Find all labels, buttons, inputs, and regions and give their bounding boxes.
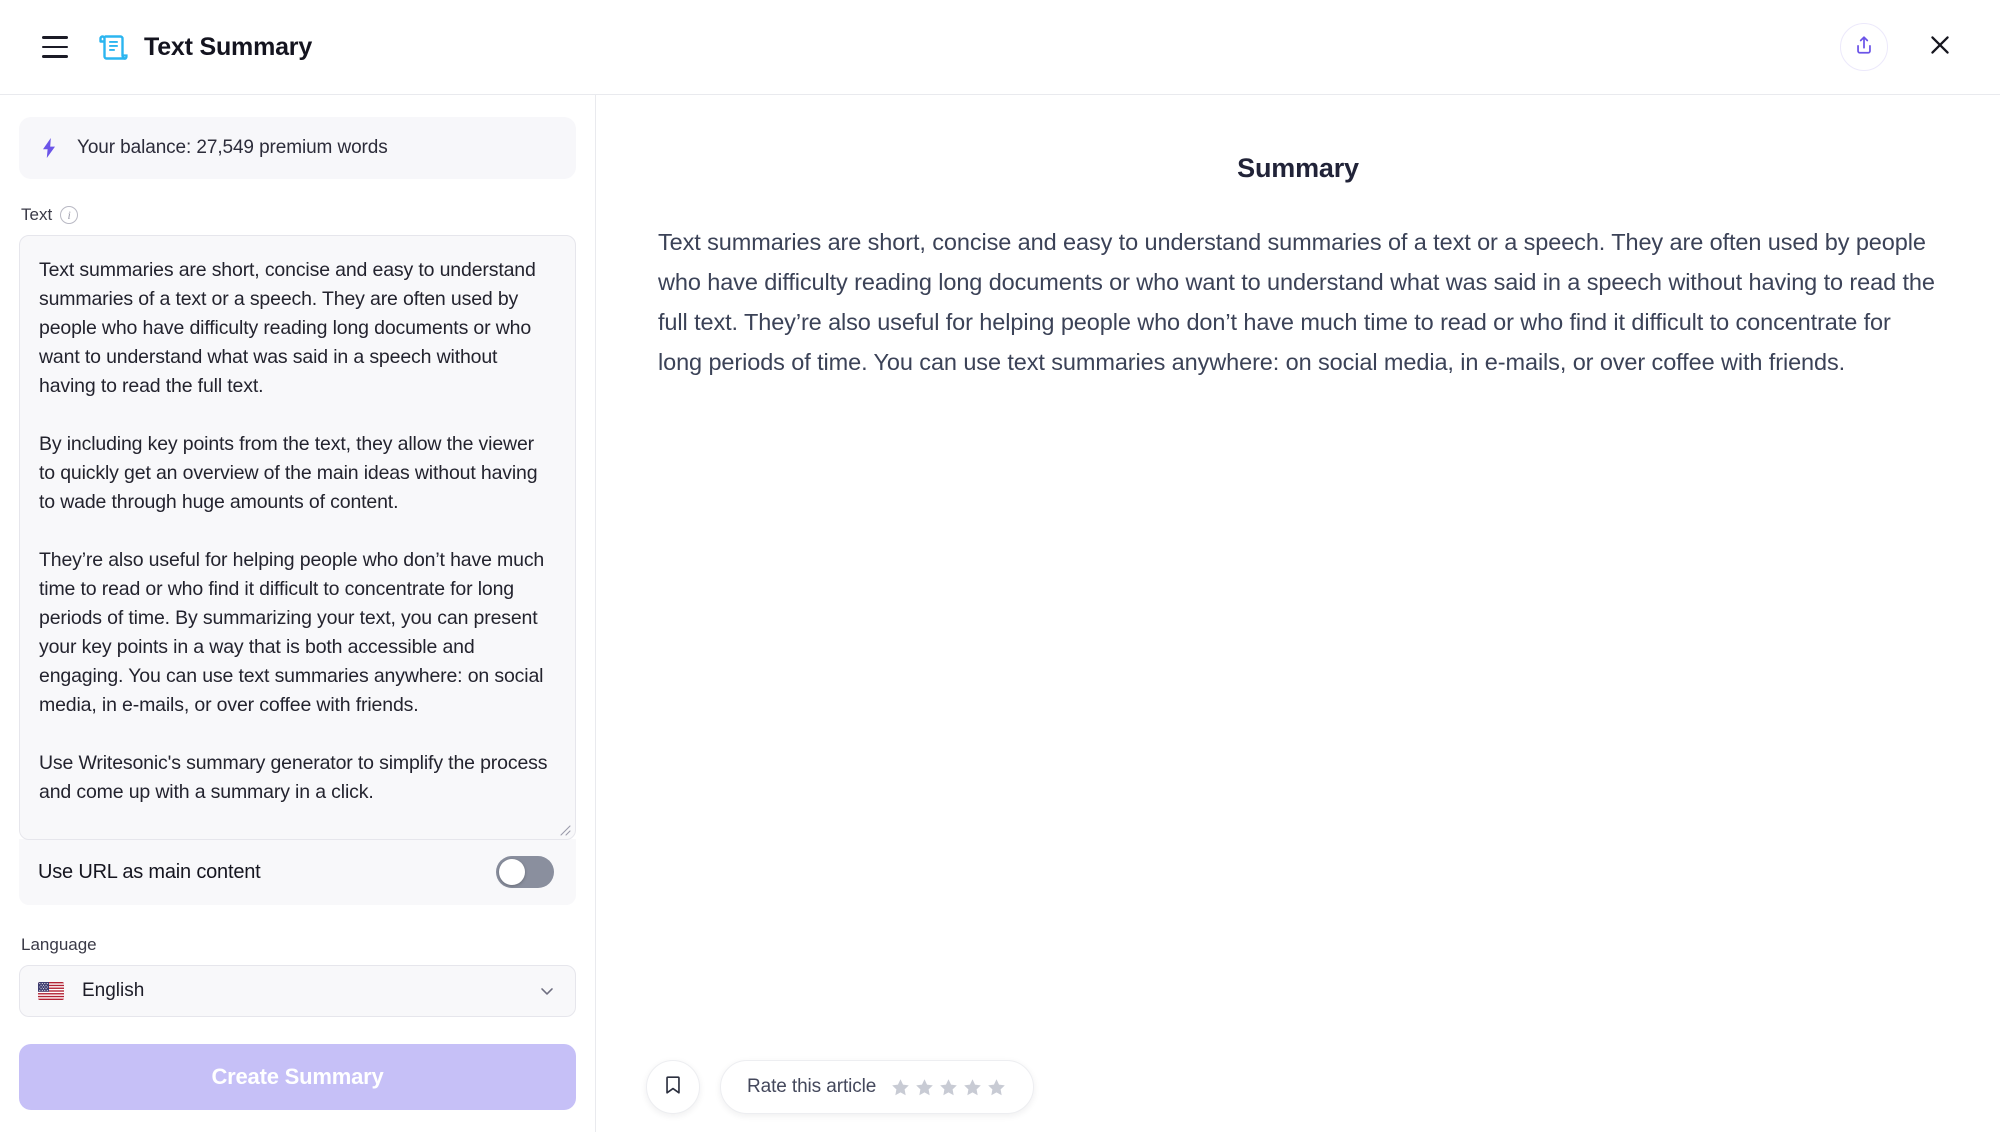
textarea-paragraph: They’re also useful for helping people w…: [39, 546, 555, 720]
textarea-paragraph: Text summaries are short, concise and ea…: [39, 256, 555, 401]
textarea-paragraph: By including key points from the text, t…: [39, 430, 555, 517]
url-toggle-row: Use URL as main content: [19, 839, 576, 905]
toggle-knob: [499, 859, 525, 885]
resize-handle-icon[interactable]: [555, 820, 571, 836]
brand: Text Summary: [96, 30, 312, 64]
app-header: Text Summary: [0, 0, 2000, 95]
summary-text: Text summaries are short, concise and ea…: [658, 222, 1938, 382]
main-body: Your balance: 27,549 premium words Text …: [0, 95, 2000, 1132]
language-select[interactable]: English: [19, 965, 576, 1017]
header-actions: [1840, 23, 1970, 71]
hamburger-menu-icon[interactable]: [36, 28, 74, 66]
star-icon[interactable]: [962, 1077, 983, 1098]
language-label: Language: [19, 935, 576, 955]
info-circle-icon[interactable]: i: [60, 206, 78, 224]
close-button[interactable]: [1918, 25, 1962, 69]
text-field-label-row: Text i: [19, 205, 576, 225]
rate-article-pill[interactable]: Rate this article: [720, 1060, 1034, 1114]
page-title: Text Summary: [144, 33, 312, 62]
star-icon[interactable]: [890, 1077, 911, 1098]
chevron-down-icon[interactable]: [537, 981, 557, 1001]
text-field-label: Text: [21, 205, 52, 225]
summary-heading: Summary: [658, 153, 1938, 184]
text-input-textarea[interactable]: Text summaries are short, concise and ea…: [19, 235, 576, 840]
document-scroll-icon: [96, 30, 130, 64]
language-value: English: [82, 980, 144, 1002]
bookmark-button[interactable]: [646, 1060, 700, 1114]
bookmark-icon: [662, 1074, 684, 1101]
rating-stars[interactable]: [890, 1077, 1007, 1098]
summary-actions-bar: Rate this article: [646, 1060, 1034, 1114]
create-summary-button[interactable]: Create Summary: [19, 1044, 576, 1110]
balance-banner: Your balance: 27,549 premium words: [19, 117, 576, 179]
balance-text: Your balance: 27,549 premium words: [77, 137, 388, 159]
star-icon[interactable]: [938, 1077, 959, 1098]
star-icon[interactable]: [914, 1077, 935, 1098]
rate-article-label: Rate this article: [747, 1076, 876, 1098]
share-button[interactable]: [1840, 23, 1888, 71]
url-toggle-label: Use URL as main content: [38, 861, 261, 884]
close-x-icon: [1927, 32, 1953, 63]
lightning-bolt-icon: [41, 136, 61, 160]
summary-panel: Summary Text summaries are short, concis…: [596, 95, 2000, 1132]
us-flag-icon: [38, 982, 64, 1000]
url-toggle-switch[interactable]: [496, 856, 554, 888]
textarea-paragraph: Use Writesonic's summary generator to si…: [39, 749, 555, 807]
text-summary-app: Text Summary: [0, 0, 2000, 1132]
form-panel: Your balance: 27,549 premium words Text …: [0, 95, 596, 1132]
star-icon[interactable]: [986, 1077, 1007, 1098]
share-upload-icon: [1853, 34, 1875, 61]
